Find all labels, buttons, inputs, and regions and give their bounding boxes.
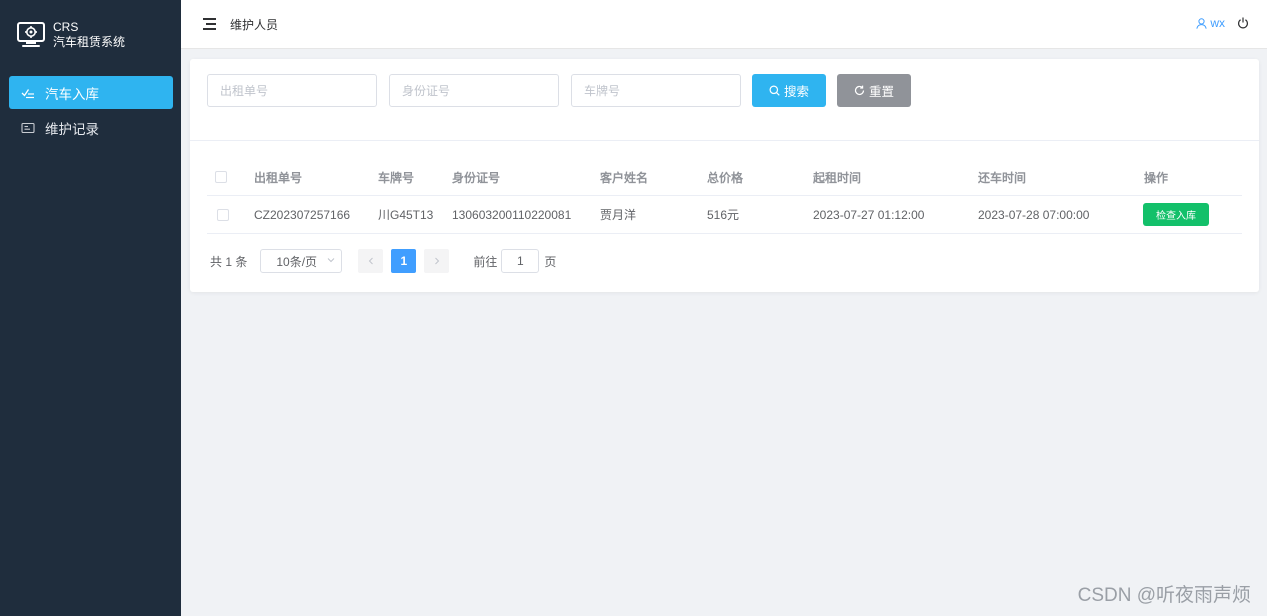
user-icon bbox=[1196, 17, 1208, 29]
cell-start-time: 2023-07-27 01:12:00 bbox=[813, 207, 925, 222]
chevron-left-icon bbox=[368, 257, 373, 265]
column-header: 操作 bbox=[1144, 170, 1169, 185]
jump-suffix: 页 bbox=[544, 254, 557, 269]
chevron-right-icon bbox=[434, 257, 440, 265]
cell-id-number: 130603200110220081 bbox=[452, 207, 572, 222]
page-title: 维护人员 bbox=[230, 17, 279, 32]
brand: CRS 汽车租赁系统 bbox=[0, 0, 181, 70]
top-bar: 维护人员 wx bbox=[181, 0, 1267, 49]
brand-title: CRS bbox=[53, 20, 79, 34]
monitor-gear-icon bbox=[17, 22, 45, 47]
column-header[interactable]: 总价格 bbox=[707, 159, 743, 195]
column-header[interactable]: 车牌号 bbox=[378, 159, 414, 195]
cell-order-number: CZ202307257166 bbox=[254, 207, 351, 222]
user-menu[interactable]: wx bbox=[1196, 16, 1225, 30]
sidebar-menu: 汽车入库 维护记录 bbox=[0, 76, 181, 144]
page-jump-input[interactable] bbox=[501, 249, 540, 273]
prev-page-button[interactable] bbox=[358, 249, 384, 273]
menu-toggle-icon[interactable] bbox=[203, 18, 216, 30]
id-number-input[interactable] bbox=[389, 74, 559, 107]
cell-customer-name: 贾月洋 bbox=[600, 208, 637, 222]
next-page-button[interactable] bbox=[424, 249, 450, 273]
brand-subtitle: 汽车租赁系统 bbox=[53, 35, 126, 49]
sidebar-item-label: 维护记录 bbox=[45, 121, 99, 137]
pagination: 共 1 条 10条/页 1 前往 页 bbox=[210, 249, 556, 273]
content-card: 搜索 重置 出租单号 车牌号 身份证号 客户姓名 总价格 起租时间 还车时间 操… bbox=[190, 59, 1259, 292]
refresh-icon bbox=[854, 85, 865, 96]
column-header[interactable]: 出租单号 bbox=[254, 159, 302, 195]
column-header[interactable]: 起租时间 bbox=[813, 159, 861, 195]
check-list-icon bbox=[21, 86, 35, 100]
check-in-button[interactable]: 检查入库 bbox=[1143, 203, 1209, 226]
column-header[interactable]: 还车时间 bbox=[978, 159, 1026, 195]
sidebar-item-car-checkin[interactable]: 汽车入库 bbox=[9, 76, 173, 109]
watermark: CSDN @听夜雨声烦 bbox=[1077, 585, 1251, 606]
cell-return-time: 2023-07-28 07:00:00 bbox=[978, 207, 1090, 222]
search-icon bbox=[769, 85, 780, 96]
reset-button[interactable]: 重置 bbox=[837, 74, 911, 107]
total-count: 共 1 条 bbox=[210, 254, 248, 269]
select-all-checkbox[interactable] bbox=[215, 171, 227, 183]
username: wx bbox=[1210, 16, 1225, 30]
jump-label: 前往 bbox=[473, 254, 498, 269]
card-icon bbox=[21, 121, 35, 135]
table-row: CZ202307257166 川G45T13 13060320011022008… bbox=[207, 196, 1242, 234]
sidebar: CRS 汽车租赁系统 汽车入库 维护记录 bbox=[0, 0, 181, 616]
rental-table: 出租单号 车牌号 身份证号 客户姓名 总价格 起租时间 还车时间 操作 CZ20… bbox=[207, 159, 1242, 234]
sidebar-item-label: 汽车入库 bbox=[45, 86, 99, 102]
main-area: 维护人员 wx 搜索 重置 bbox=[181, 0, 1267, 616]
page-size-select[interactable]: 10条/页 bbox=[260, 249, 343, 273]
search-button[interactable]: 搜索 bbox=[752, 74, 826, 107]
page-number-button[interactable]: 1 bbox=[391, 249, 417, 273]
column-header[interactable]: 客户姓名 bbox=[600, 159, 648, 195]
search-bar: 搜索 重置 bbox=[190, 59, 1259, 141]
order-number-input[interactable] bbox=[207, 74, 377, 107]
plate-number-input[interactable] bbox=[571, 74, 741, 107]
power-icon[interactable] bbox=[1237, 17, 1249, 29]
table-header: 出租单号 车牌号 身份证号 客户姓名 总价格 起租时间 还车时间 操作 bbox=[207, 159, 1242, 196]
column-header[interactable]: 身份证号 bbox=[452, 159, 500, 195]
chevron-down-icon bbox=[327, 258, 335, 263]
cell-total-price: 516元 bbox=[707, 208, 740, 222]
row-checkbox[interactable] bbox=[217, 208, 229, 221]
sidebar-item-maintenance-records[interactable]: 维护记录 bbox=[9, 111, 173, 144]
cell-plate: 川G45T13 bbox=[378, 208, 434, 222]
